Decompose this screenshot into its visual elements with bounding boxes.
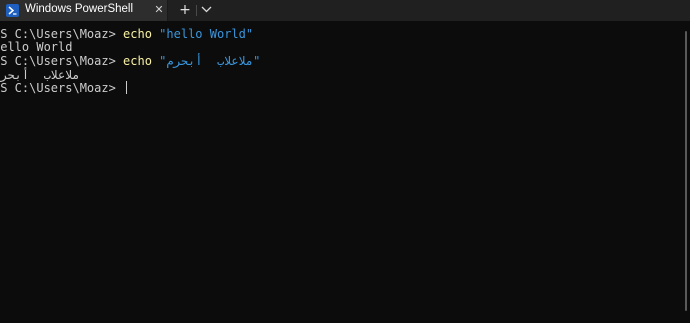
new-tab-button[interactable]: + <box>176 1 194 19</box>
title-bar: Windows PowerShell ✕ + <box>0 0 690 21</box>
close-icon[interactable]: ✕ <box>152 2 166 18</box>
string-argument: "hello World" <box>151 27 254 41</box>
terminal-line: ملاعلاب أبحرم <box>0 68 80 82</box>
text-cursor <box>126 81 128 94</box>
terminal-output[interactable]: PS C:\Users\Moaz> echo "hello World" hel… <box>0 21 680 323</box>
powershell-icon <box>6 4 19 17</box>
prompt: PS C:\Users\Moaz> <box>0 54 124 68</box>
scrollbar-thumb[interactable] <box>685 31 687 311</box>
scrollbar[interactable] <box>682 21 690 323</box>
command: echo <box>123 54 152 68</box>
tab-separator <box>196 5 197 16</box>
tab-title: Windows PowerShell <box>25 3 134 15</box>
terminal-line: PS C:\Users\Moaz> echo "hello World" <box>0 27 253 41</box>
output-text: ملاعلاب أبحرم <box>0 68 80 82</box>
command: echo <box>123 27 152 41</box>
terminal-window: Windows PowerShell ✕ + PS C:\Users\Moaz>… <box>0 0 690 323</box>
terminal-line: PS C:\Users\Moaz> echo "ملاعلاب أبحرم" <box>0 54 260 68</box>
prompt: PS C:\Users\Moaz> <box>0 27 124 41</box>
output-text: hello World <box>0 40 73 54</box>
terminal-line: PS C:\Users\Moaz> <box>0 81 128 95</box>
tab-windows-powershell[interactable]: Windows PowerShell ✕ <box>0 0 168 21</box>
terminal-line: hello World <box>0 40 72 54</box>
string-argument: "ملاعلاب أبحرم" <box>151 54 261 68</box>
chevron-down-icon[interactable] <box>199 2 215 18</box>
prompt: PS C:\Users\Moaz> <box>0 81 124 95</box>
